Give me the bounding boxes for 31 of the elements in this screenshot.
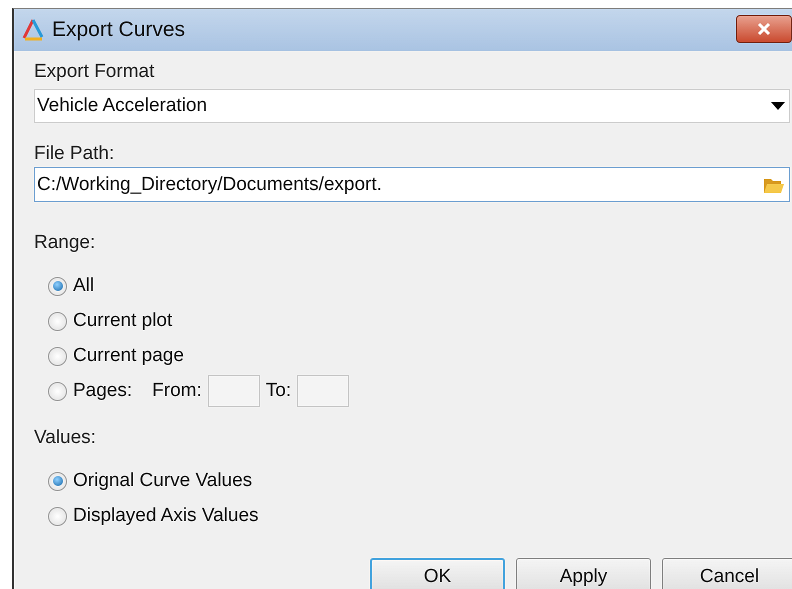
field-label: File Path:	[34, 143, 116, 165]
radio-button[interactable]	[48, 346, 67, 366]
from-field[interactable]	[208, 375, 260, 407]
field-label: Export Format	[34, 61, 156, 83]
dialog-button[interactable]: OK	[370, 558, 505, 589]
radio-button[interactable]	[48, 382, 67, 400]
radio-label[interactable]: Displayed Axis Values	[73, 505, 259, 527]
dialog-button[interactable]: Apply	[516, 558, 651, 589]
to-label: To:	[266, 380, 292, 402]
window-title: Export Curves	[52, 18, 186, 42]
radio-label[interactable]: Current page	[73, 345, 184, 367]
text-input[interactable]: C:/Working_Directory/Documents/export.	[37, 174, 763, 196]
section-label: Range:	[34, 232, 96, 254]
section-label: Values:	[34, 427, 97, 449]
radio-button[interactable]	[48, 276, 67, 296]
radio-button[interactable]	[48, 472, 67, 490]
to-field[interactable]	[297, 375, 350, 407]
app-logo-icon	[20, 17, 46, 43]
close-button[interactable]	[736, 15, 792, 43]
dialog-button[interactable]: Cancel	[662, 558, 792, 589]
radio-button[interactable]	[48, 312, 67, 330]
close-icon	[756, 21, 772, 37]
radio-label[interactable]: Pages:	[73, 380, 132, 402]
radio-label[interactable]: Current plot	[73, 310, 172, 332]
radio-label[interactable]: All	[73, 275, 94, 297]
radio-button[interactable]	[48, 506, 67, 526]
from-label: From:	[152, 380, 202, 402]
file-path-field[interactable]: C:/Working_Directory/Documents/export.	[34, 167, 790, 202]
radio-label[interactable]: Orignal Curve Values	[73, 470, 252, 492]
format-dropdown[interactable]: Vehicle Acceleration	[34, 89, 790, 123]
dropdown-arrow-icon	[771, 102, 785, 110]
